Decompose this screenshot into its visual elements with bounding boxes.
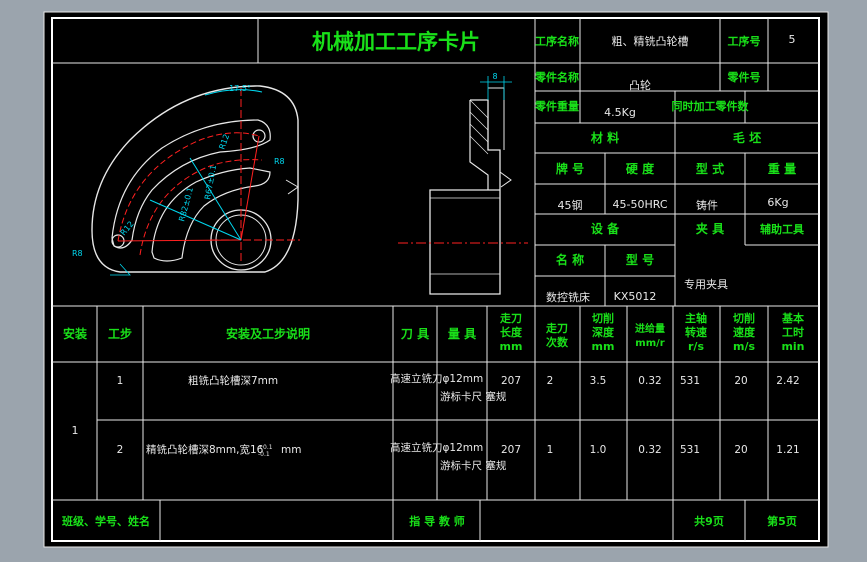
th-spindle: 主轴转速 r/s — [685, 311, 707, 353]
row-tool: 高速立铣刀φ12mm — [390, 441, 483, 454]
advisor-label: 指 导 教 师 — [409, 514, 465, 528]
part-name-label: 零件名称 — [534, 70, 579, 84]
th-gauge: 量 具 — [448, 327, 476, 341]
dim-angle: 17.5° — [229, 84, 251, 93]
row-desc: 粗铣凸轮槽深7mm — [188, 374, 278, 387]
dim-thickness: 8 — [492, 72, 497, 81]
blank-label: 毛 坯 — [733, 130, 761, 145]
row-step: 2 — [117, 444, 124, 456]
row-passes: 2 — [547, 375, 554, 387]
part-no-label: 零件号 — [727, 70, 761, 84]
op-no-value: 5 — [789, 33, 796, 46]
class-label: 班级、学号、姓名 — [62, 514, 150, 528]
process-card-sheet: 机械加工工序卡片 工序名称 粗、精铣凸轮槽 工序号 5 零件名称 凸轮 零件号 … — [43, 11, 829, 548]
row-speed: 20 — [734, 375, 747, 387]
same-time-label: 同时加工零件数 — [672, 99, 750, 113]
row-spindle: 531 — [680, 444, 700, 456]
th-step: 工步 — [108, 326, 132, 341]
op-name-value: 粗、精铣凸轮槽 — [612, 34, 689, 48]
dim-r8-left: R8 — [72, 249, 83, 258]
fixture-label: 夹 具 — [696, 221, 724, 236]
equip-model-label: 型 号 — [626, 252, 654, 267]
row-desc: 精铣凸轮槽深8mm,宽16 — [146, 443, 264, 456]
fixture-value: 专用夹具 — [684, 277, 728, 291]
row-feed-len: 207 — [501, 444, 521, 456]
row-tool: 高速立铣刀φ12mm — [390, 372, 483, 385]
row-step: 1 — [117, 375, 124, 387]
row-spindle: 531 — [680, 375, 700, 387]
material-label: 材 料 — [590, 130, 619, 145]
th-install: 安装 — [63, 326, 87, 341]
form-value: 铸件 — [696, 198, 718, 212]
card-title: 机械加工工序卡片 — [312, 30, 480, 54]
th-tool: 刀 具 — [401, 327, 429, 341]
row-desc-unit: mm — [281, 444, 301, 456]
equipment-label: 设 备 — [591, 221, 620, 236]
row-time: 2.42 — [776, 375, 799, 387]
aux-tool-label: 辅助工具 — [760, 222, 804, 236]
install-number: 1 — [72, 424, 79, 437]
weight-label: 重 量 — [768, 161, 796, 176]
row-time: 1.21 — [776, 444, 799, 456]
th-feed-len: 走刀长度 mm — [499, 311, 523, 353]
th-time: 基本工时 min — [781, 311, 805, 353]
row-gauge: 游标卡尺 塞规 — [440, 459, 507, 472]
part-name-value: 凸轮 — [629, 78, 651, 92]
row-feed-rate: 0.32 — [638, 444, 661, 456]
equip-name-label: 名 称 — [556, 252, 584, 267]
hardness-value: 45-50HRC — [612, 198, 667, 211]
th-depth: 切削深度 mm — [592, 311, 615, 353]
row-tolerance-lower: -0.1 — [258, 451, 270, 458]
page-number: 第5页 — [767, 514, 797, 528]
grade-label: 牌 号 — [556, 161, 584, 176]
th-speed: 切削速度 m/s — [733, 311, 756, 353]
equip-name-value: 数控铣床 — [546, 290, 590, 304]
row-depth: 3.5 — [590, 375, 607, 387]
row-feed-len: 207 — [501, 375, 521, 387]
form-label: 型 式 — [696, 161, 724, 176]
op-no-label: 工序号 — [728, 34, 761, 48]
row-passes: 1 — [547, 444, 554, 456]
row-depth: 1.0 — [590, 444, 607, 456]
hardness-label: 硬 度 — [626, 161, 655, 176]
op-name-label: 工序名称 — [535, 34, 579, 48]
row-feed-rate: 0.32 — [638, 375, 661, 387]
weight-value: 6Kg — [767, 196, 788, 209]
grade-value: 45钢 — [558, 199, 583, 212]
part-weight-value: 4.5Kg — [604, 106, 636, 119]
equip-model-value: KX5012 — [614, 290, 657, 303]
row-tolerance-upper: +0.1 — [258, 444, 273, 451]
dim-r8-top: R8 — [274, 157, 285, 166]
row-speed: 20 — [734, 444, 747, 456]
th-desc: 安装及工步说明 — [226, 326, 310, 341]
part-weight-label: 零件重量 — [534, 99, 579, 113]
total-pages: 共9页 — [694, 514, 724, 528]
row-gauge: 游标卡尺 塞规 — [440, 390, 507, 403]
